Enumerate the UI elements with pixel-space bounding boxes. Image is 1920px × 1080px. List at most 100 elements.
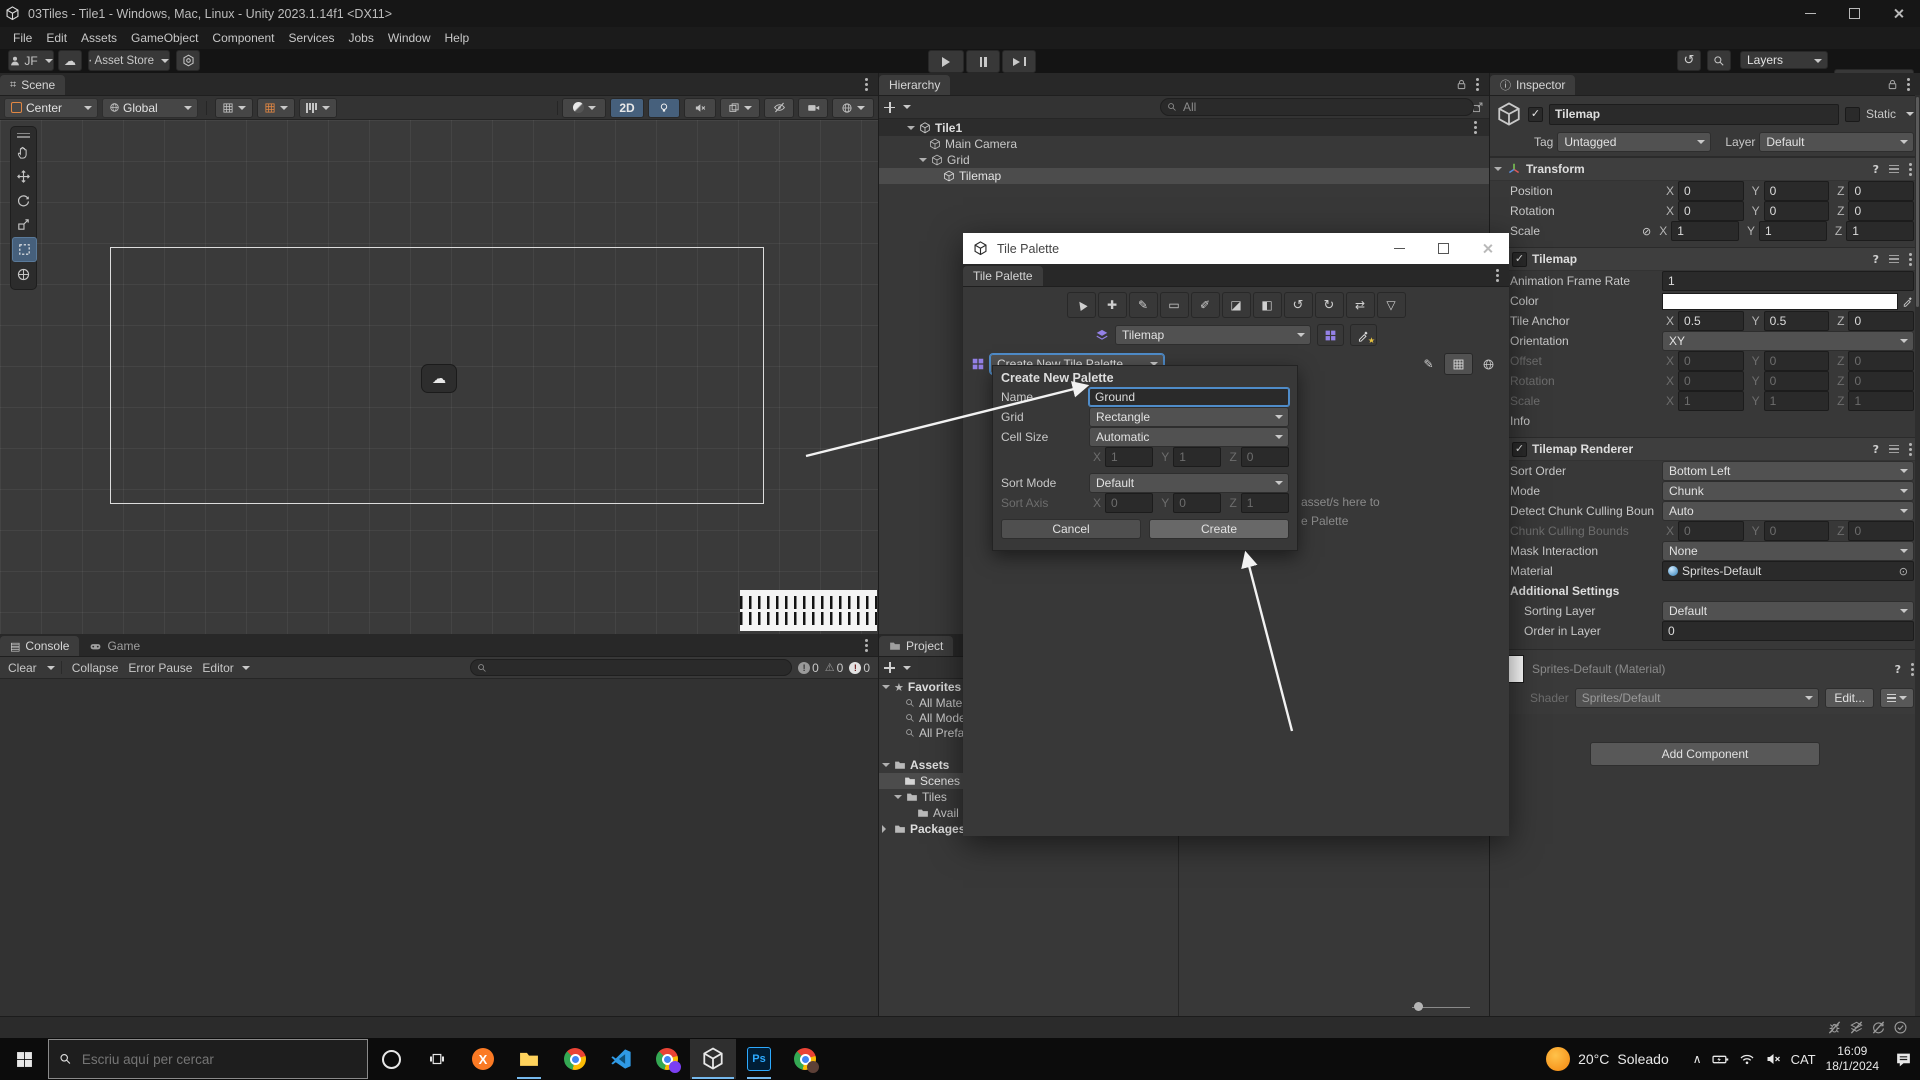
hierarchy-search-input[interactable] (1181, 99, 1467, 115)
menu-edit[interactable]: Edit (39, 31, 74, 45)
add-component-button[interactable]: Add Component (1590, 742, 1820, 766)
orientation-dropdown[interactable]: XY (1662, 331, 1914, 351)
palette-maximize-button[interactable] (1421, 233, 1465, 264)
position-z-field[interactable]: 0 (1848, 181, 1914, 201)
renderer-enabled-checkbox[interactable]: ✓ (1512, 442, 1527, 457)
error-pause-button[interactable]: Error Pause (124, 661, 196, 675)
tab-console[interactable]: ▤ Console (0, 636, 79, 656)
anchor-y-field[interactable]: 0.5 (1764, 311, 1830, 331)
scale-y-field[interactable]: 1 (1759, 221, 1827, 241)
error-count-badge[interactable]: ! 0 (849, 661, 870, 675)
2d-toggle-button[interactable]: 2D (610, 98, 644, 118)
material-list-button[interactable] (1880, 688, 1914, 708)
gizmos-dropdown-button[interactable] (832, 98, 874, 118)
wifi-icon[interactable] (1739, 1051, 1755, 1067)
taskbar-chrome-3[interactable] (782, 1039, 828, 1079)
material-menu-icon[interactable] (1911, 668, 1914, 671)
tilemap-renderer-header[interactable]: ✓ Tilemap Renderer ? (1490, 437, 1920, 461)
menu-services[interactable]: Services (281, 31, 341, 45)
grid-snap-button[interactable] (257, 98, 295, 118)
tile-palette-titlebar[interactable]: Tile Palette .xmark::before,.xmark::afte… (963, 233, 1509, 264)
hierarchy-add-caret-icon[interactable] (903, 105, 911, 113)
palette-rotate-ccw-tool[interactable]: ↺ (1284, 292, 1313, 318)
palette-grid-toggle-button[interactable] (1444, 353, 1473, 375)
shading-mode-dropdown[interactable] (562, 98, 606, 118)
material-object-field[interactable]: Sprites-Default ⊙ (1662, 561, 1914, 581)
battery-icon[interactable] (1712, 1051, 1729, 1068)
scene-row-menu-icon[interactable] (1474, 126, 1477, 129)
transform-header[interactable]: Transform ? (1490, 157, 1920, 181)
sort-order-dropdown[interactable]: Bottom Left (1662, 461, 1914, 481)
hierarchy-row-main-camera[interactable]: Main Camera (879, 136, 1489, 152)
cloud-button[interactable]: ☁ (58, 50, 82, 71)
volume-muted-icon[interactable] (1765, 1051, 1781, 1067)
palette-minimize-button[interactable] (1377, 233, 1421, 264)
active-checkbox[interactable]: ✓ (1528, 107, 1543, 122)
tool-pivot-dropdown[interactable]: Center (4, 98, 98, 118)
scene-menu-icon[interactable] (865, 83, 868, 86)
menu-component[interactable]: Component (205, 31, 281, 45)
minimize-button[interactable] (1788, 0, 1832, 27)
palette-gizmo-button[interactable] (1476, 354, 1501, 374)
palette-name-text[interactable] (1095, 390, 1283, 404)
menu-assets[interactable]: Assets (74, 31, 124, 45)
palette-close-button[interactable]: .xmark::before,.xmark::after{} (1465, 233, 1509, 264)
layers-dropdown[interactable]: Layers (1740, 51, 1828, 69)
anchor-z-field[interactable]: 0 (1848, 311, 1914, 331)
console-search-field[interactable] (470, 659, 792, 676)
clear-caret-icon[interactable] (47, 666, 55, 674)
rotation-z-field[interactable]: 0 (1848, 201, 1914, 221)
palette-paint-tool[interactable]: ✎ (1129, 292, 1158, 318)
taskbar-photoshop[interactable]: Ps (736, 1039, 782, 1079)
taskbar-xampp[interactable]: X (460, 1039, 506, 1079)
position-x-field[interactable]: 0 (1678, 181, 1744, 201)
collab-button[interactable] (176, 50, 200, 71)
effects-dropdown-button[interactable] (720, 98, 760, 118)
taskbar-search-box[interactable] (48, 1039, 368, 1079)
project-add-caret-icon[interactable] (903, 666, 911, 674)
account-button[interactable]: JF (8, 50, 54, 71)
info-foldout[interactable]: Info (1510, 414, 1658, 428)
weather-widget[interactable]: 20°C Soleado (1546, 1047, 1669, 1071)
cell-size-dropdown[interactable]: Automatic (1089, 427, 1289, 447)
notifications-icon[interactable] (1895, 1051, 1912, 1068)
rect-tool[interactable] (12, 237, 37, 262)
eyedropper-icon[interactable] (1902, 295, 1914, 307)
cortana-button[interactable] (368, 1039, 414, 1079)
palette-move-tool[interactable]: ✚ (1098, 292, 1127, 318)
link-broken-icon[interactable]: ⊘ (1642, 225, 1651, 238)
tray-expand-icon[interactable]: ∧ (1693, 1052, 1702, 1066)
foldout-icon[interactable] (1494, 167, 1502, 175)
refresh-disabled-icon[interactable] (1871, 1020, 1886, 1035)
palette-flood-fill-tool[interactable]: ◧ (1253, 292, 1282, 318)
activity-ok-icon[interactable] (1893, 1020, 1908, 1035)
debugger-disabled-icon[interactable] (1827, 1020, 1842, 1035)
lock-icon[interactable] (1455, 78, 1468, 91)
hierarchy-row-tilemap[interactable]: Tilemap (879, 168, 1489, 184)
color-swatch[interactable] (1662, 293, 1898, 310)
clock-widget[interactable]: 16:09 18/1/2024 (1826, 1044, 1879, 1074)
hierarchy-row-scene[interactable]: Tile1 (879, 119, 1489, 136)
menu-help[interactable]: Help (438, 31, 477, 45)
inspector-scrollbar[interactable] (1915, 95, 1920, 1016)
afr-field[interactable]: 1 (1662, 271, 1914, 291)
palette-erase-tool[interactable]: ◪ (1222, 292, 1251, 318)
foldout-icon[interactable] (919, 158, 927, 166)
component-menu-icon[interactable] (1909, 168, 1912, 171)
gameobject-name-field[interactable]: Tilemap (1549, 104, 1839, 125)
sort-mode-dropdown[interactable]: Default (1089, 473, 1289, 493)
shader-dropdown[interactable]: Sprites/Default (1575, 688, 1820, 708)
mask-interaction-dropdown[interactable]: None (1662, 541, 1914, 561)
tilemap-palette-button[interactable] (1317, 324, 1344, 346)
project-zoom-slider[interactable] (1412, 1002, 1470, 1012)
hierarchy-row-grid[interactable]: Grid (879, 152, 1489, 168)
presets-icon[interactable] (1889, 445, 1899, 454)
tile-sprite-strip[interactable] (740, 590, 877, 631)
info-count-badge[interactable]: ! 0 (798, 661, 819, 675)
active-tilemap-dropdown[interactable]: Tilemap (1115, 325, 1311, 345)
play-button[interactable] (928, 50, 964, 73)
object-picker-icon[interactable]: ⊙ (1899, 565, 1908, 578)
scene-visibility-button[interactable] (764, 98, 794, 118)
anchor-x-field[interactable]: 0.5 (1678, 311, 1744, 331)
mode-dropdown[interactable]: Chunk (1662, 481, 1914, 501)
